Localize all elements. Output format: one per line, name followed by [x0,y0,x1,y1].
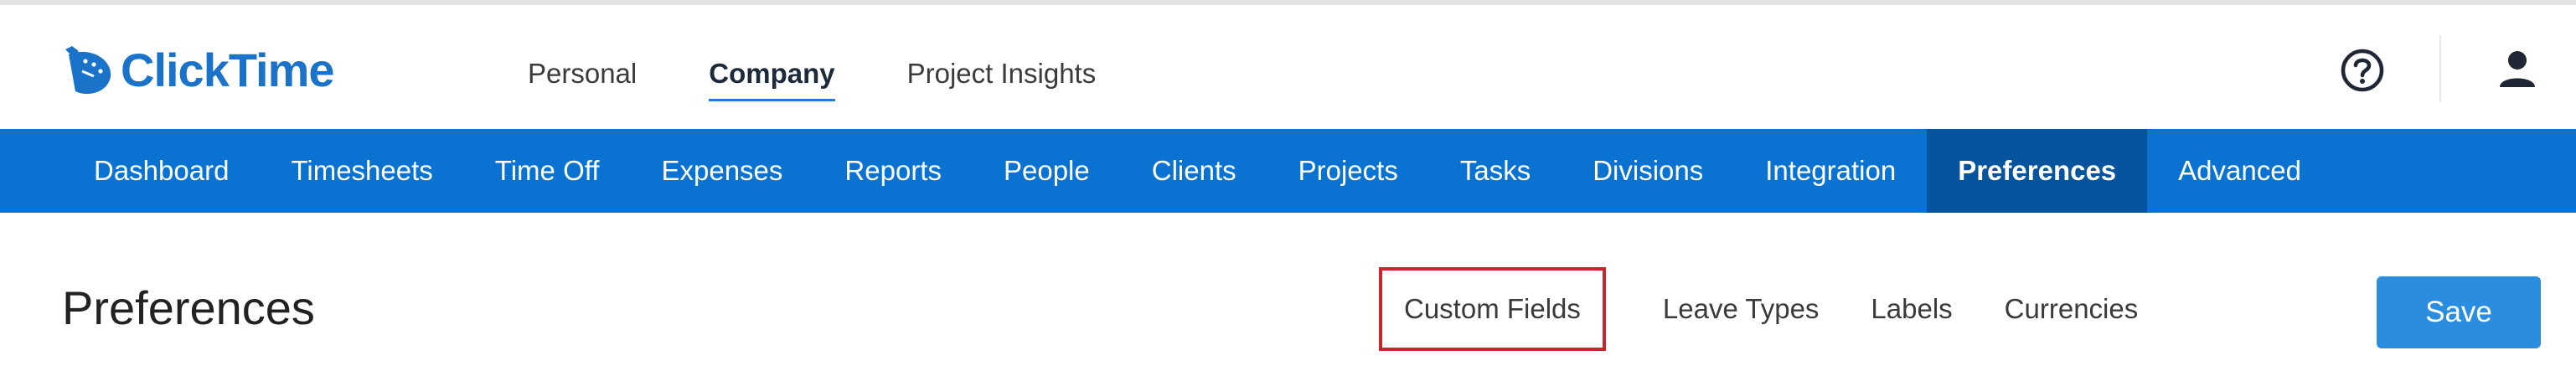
nav-preferences[interactable]: Preferences [1927,129,2148,213]
tab-custom-fields[interactable]: Custom Fields [1379,267,1606,351]
nav-clients[interactable]: Clients [1121,129,1267,213]
nav-tasks[interactable]: Tasks [1429,129,1562,213]
brand-name: ClickTime [121,44,335,96]
nav-expenses[interactable]: Expenses [630,129,813,213]
page-title: Preferences [62,281,315,334]
top-nav: Personal Company Project Insights [528,40,1168,107]
nav-people[interactable]: People [973,129,1121,213]
nav-reports[interactable]: Reports [813,129,973,213]
tab-currencies[interactable]: Currencies [1983,267,2160,351]
nav-time-off[interactable]: Time Off [464,129,631,213]
nav-divisions[interactable]: Divisions [1562,129,1734,213]
tab-leave-types[interactable]: Leave Types [1641,267,1841,351]
preferences-subtabs: Custom Fields Leave Types Labels Currenc… [1379,265,2160,353]
clicktime-logo[interactable]: ClickTime [60,42,335,99]
nav-timesheets[interactable]: Timesheets [260,129,463,213]
main-nav: Dashboard Timesheets Time Off Expenses R… [0,129,2576,213]
nav-projects[interactable]: Projects [1267,129,1429,213]
user-account-icon[interactable] [2495,47,2540,92]
tab-labels[interactable]: Labels [1849,267,1974,351]
app-header: ClickTime Personal Company Project Insig… [0,5,2576,129]
nav-integration[interactable]: Integration [1734,129,1927,213]
top-nav-personal[interactable]: Personal [528,44,637,103]
stopwatch-logo-icon [65,46,111,95]
nav-advanced[interactable]: Advanced [2147,129,2332,213]
header-divider [2439,35,2441,102]
save-button[interactable]: Save [2377,276,2541,348]
top-nav-company[interactable]: Company [709,44,835,103]
help-circle-icon[interactable] [2339,47,2386,94]
top-nav-project-insights[interactable]: Project Insights [907,44,1097,103]
nav-dashboard[interactable]: Dashboard [0,129,260,213]
